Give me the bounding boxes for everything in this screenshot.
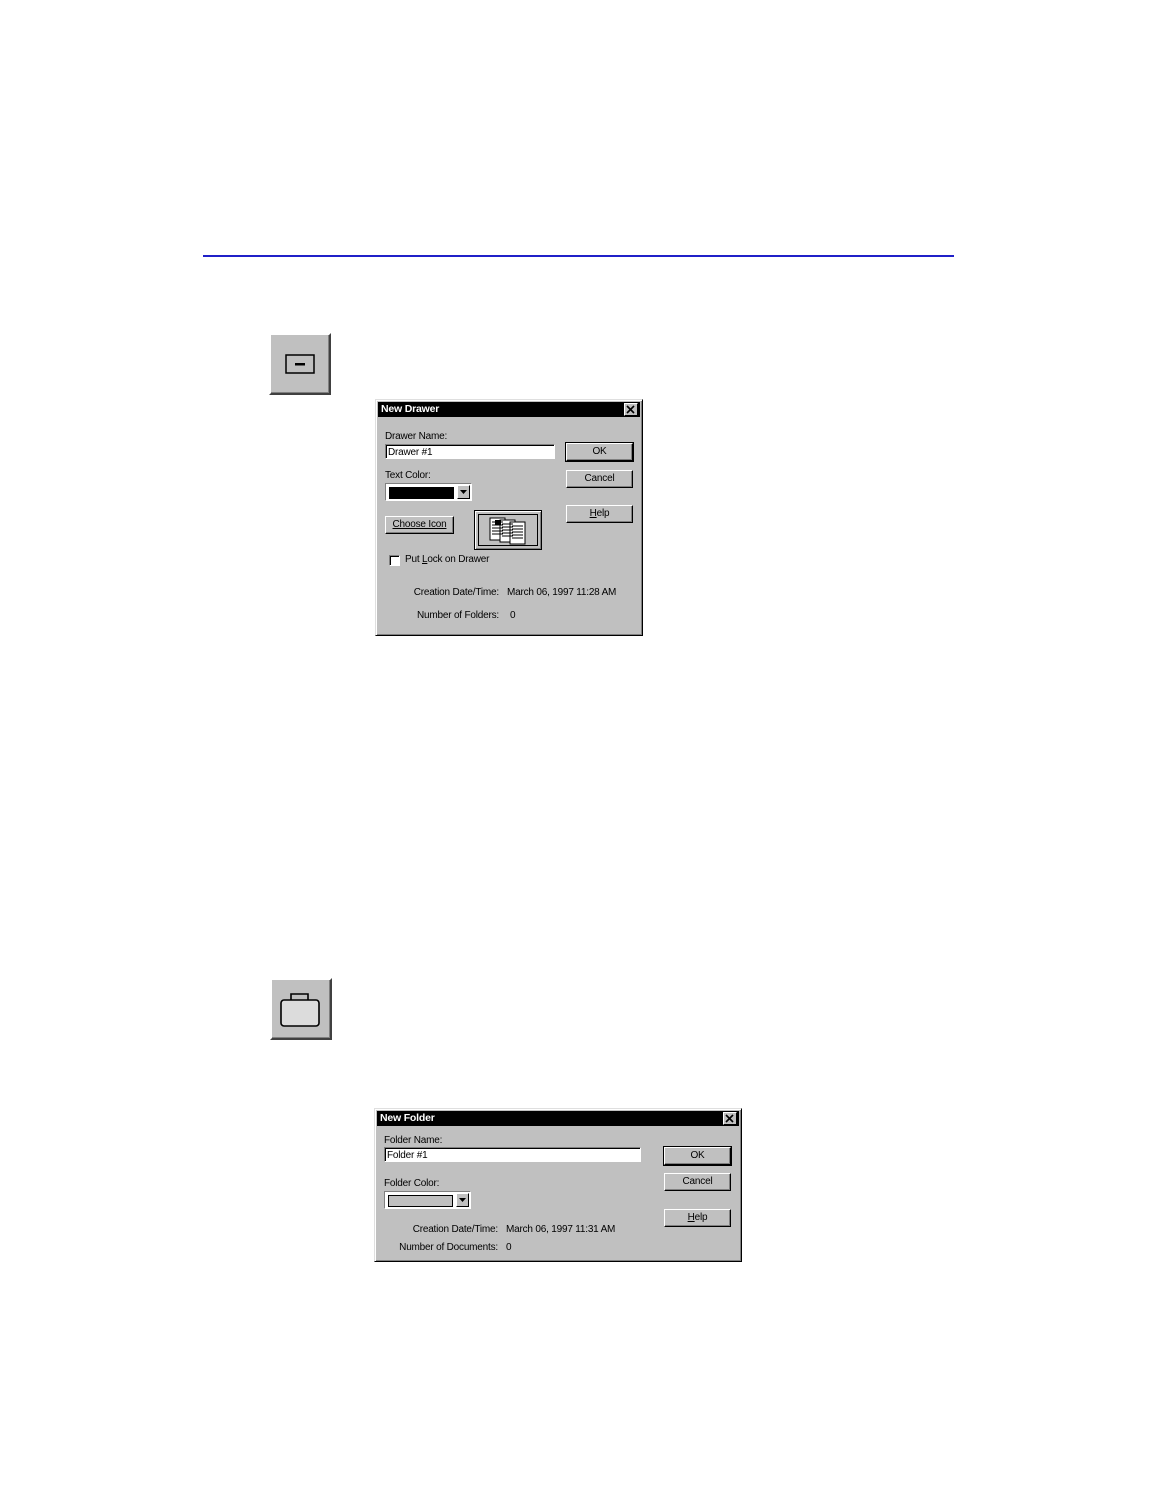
cancel-button[interactable]: Cancel	[664, 1173, 731, 1191]
dialog-title: New Drawer	[381, 403, 440, 415]
folder-name-label: Folder Name:	[384, 1135, 443, 1146]
document-count-value: 0	[506, 1242, 512, 1253]
close-button[interactable]	[624, 403, 638, 416]
creation-date-value: March 06, 1997 11:31 AM	[506, 1224, 616, 1235]
new-drawer-dialog: New Drawer Drawer Name: Drawer #1 Text C…	[375, 399, 643, 636]
dropdown-button[interactable]	[457, 485, 470, 499]
chevron-down-icon	[460, 490, 467, 494]
creation-date-label: Creation Date/Time:	[412, 1224, 499, 1235]
dropdown-button[interactable]	[456, 1193, 469, 1207]
chevron-down-icon	[459, 1198, 466, 1202]
help-button[interactable]: Help	[664, 1209, 731, 1227]
dialog-titlebar: New Drawer	[378, 402, 640, 417]
color-swatch	[388, 1195, 453, 1207]
lock-drawer-label: Put Lock on Drawer	[405, 554, 490, 565]
new-folder-toolbar-button[interactable]	[270, 978, 332, 1040]
drawer-icon	[285, 354, 315, 374]
folder-count-label: Number of Folders:	[417, 610, 499, 621]
lock-drawer-checkbox[interactable]	[389, 555, 400, 566]
folder-count-value: 0	[510, 610, 516, 621]
choose-icon-button[interactable]: Choose Icon	[385, 516, 454, 534]
file-cabinet-icon	[489, 517, 526, 545]
color-swatch	[389, 487, 454, 499]
help-button[interactable]: Help	[566, 505, 633, 523]
cancel-button[interactable]: Cancel	[566, 470, 633, 488]
dialog-titlebar: New Folder	[377, 1111, 739, 1126]
ok-button[interactable]: OK	[565, 442, 634, 462]
close-button[interactable]	[723, 1112, 737, 1125]
close-icon	[725, 1114, 734, 1123]
text-color-select[interactable]	[385, 483, 472, 501]
header-rule	[203, 255, 954, 257]
dialog-title: New Folder	[380, 1112, 435, 1124]
close-icon	[626, 405, 635, 414]
creation-date-label: Creation Date/Time:	[413, 587, 500, 598]
text-color-label: Text Color:	[385, 470, 431, 481]
folder-icon	[280, 993, 320, 1027]
creation-date-value: March 06, 1997 11:28 AM	[507, 587, 617, 598]
new-drawer-toolbar-button[interactable]	[269, 333, 331, 395]
new-folder-dialog: New Folder Folder Name: Folder #1 Folder…	[374, 1108, 742, 1262]
ok-button[interactable]: OK	[663, 1146, 732, 1166]
drawer-name-label: Drawer Name:	[385, 431, 448, 442]
folder-color-label: Folder Color:	[384, 1178, 440, 1189]
drawer-name-input[interactable]: Drawer #1	[385, 444, 555, 459]
folder-name-input[interactable]: Folder #1	[384, 1147, 641, 1162]
drawer-icon-preview[interactable]	[474, 510, 542, 550]
document-count-label: Number of Documents:	[399, 1242, 498, 1253]
folder-color-select[interactable]	[384, 1191, 471, 1209]
